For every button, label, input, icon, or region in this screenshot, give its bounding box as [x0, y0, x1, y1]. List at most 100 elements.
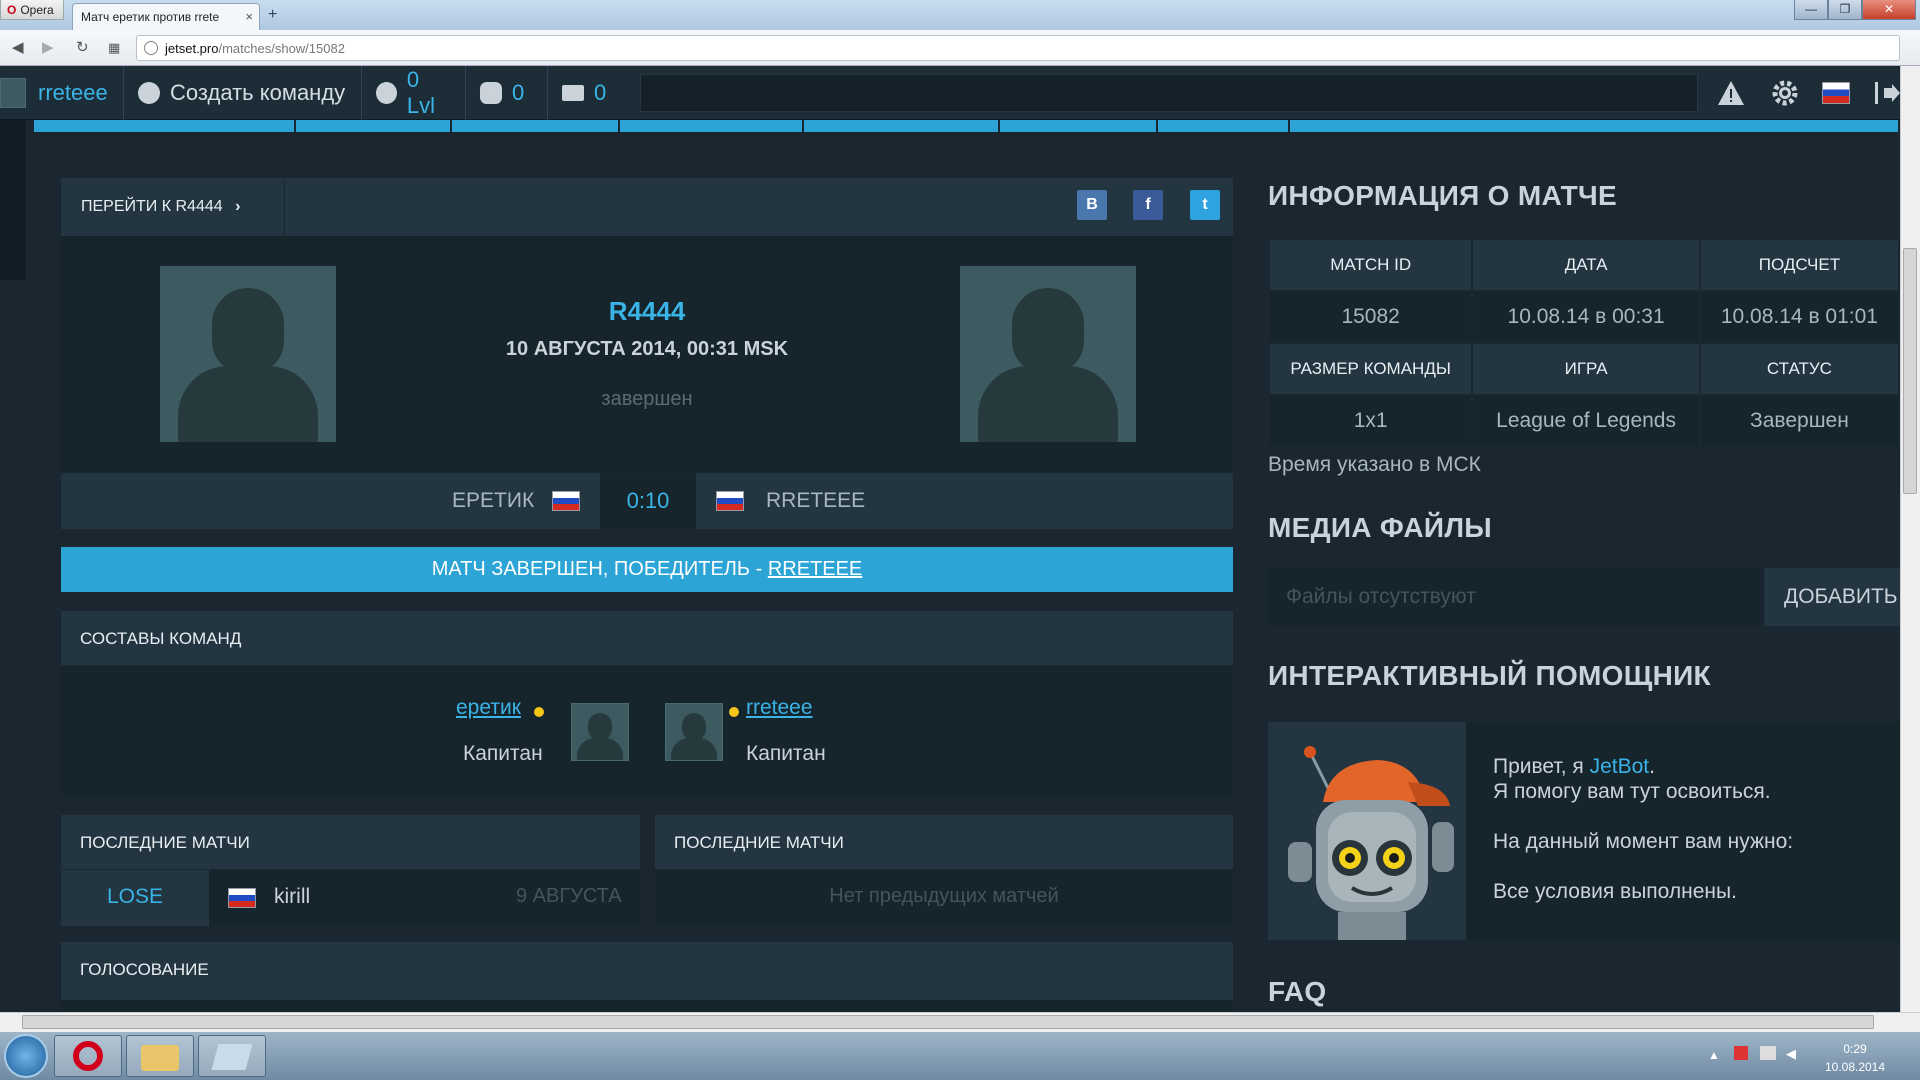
level-indicator[interactable]: 0 Lvl [362, 66, 466, 120]
assistant-line: На данный момент вам нужно: [1493, 830, 1794, 853]
match-date: 10 АВГУСТА 2014, 00:31 MSK [505, 338, 789, 360]
table-cell: 10.08.14 в 00:31 [1471, 290, 1701, 344]
match-result-badge: LOSE [61, 870, 209, 926]
table-header: MATCH ID [1267, 238, 1474, 292]
match-score: 0:10 [600, 473, 696, 529]
taskbar-app[interactable] [198, 1035, 266, 1077]
back-icon[interactable]: ◀ [12, 38, 24, 56]
last-matches-left-header: ПОСЛЕДНИЕ МАТЧИ [61, 815, 640, 869]
voting-header: ГОЛОСОВАНИЕ [61, 942, 1233, 1000]
progress-stripe [34, 120, 1898, 132]
media-files-input[interactable]: Файлы отсутствуют [1268, 568, 1762, 626]
player-right-role: Капитан [746, 742, 826, 765]
table-header: СТАТУС [1698, 342, 1901, 396]
table-cell: 1x1 [1267, 394, 1474, 448]
opera-menu-button[interactable]: O Opera [0, 0, 64, 20]
reload-icon[interactable]: ↻ [76, 38, 89, 56]
language-flag-icon[interactable] [1822, 82, 1850, 104]
table-cell: 10.08.14 в 01:01 [1698, 290, 1901, 344]
table-header: ПОДСЧЕТ [1698, 238, 1901, 292]
table-cell: 15082 [1267, 290, 1474, 344]
logout-icon[interactable] [1872, 78, 1902, 108]
twitter-share-icon[interactable]: t [1190, 190, 1220, 220]
russia-flag-icon [228, 888, 256, 913]
header-search-input[interactable] [640, 74, 1698, 112]
vertical-scrollbar[interactable] [1900, 66, 1920, 1012]
tray-network-icon[interactable] [1760, 1046, 1776, 1060]
speed-dial-icon[interactable]: ▦ [108, 40, 120, 56]
address-bar[interactable]: jetset.pro/matches/show/15082 [136, 35, 1900, 61]
envelope-icon [562, 85, 584, 101]
russia-flag-icon [552, 491, 580, 516]
no-matches-text: Нет предыдущих матчей [829, 885, 1059, 907]
taskbar-explorer[interactable] [126, 1035, 194, 1077]
tray-flag-icon[interactable] [1734, 1046, 1748, 1060]
add-media-button[interactable]: ДОБАВИТЬ [1764, 568, 1900, 626]
start-button[interactable] [4, 1034, 48, 1078]
player-right-link[interactable]: rreteee [746, 696, 813, 720]
team-left-name: ЕРЕТИК [452, 489, 535, 512]
player-right-avatar[interactable] [665, 703, 723, 761]
timezone-note: Время указано в МСК [1268, 453, 1481, 476]
vertical-scroll-thumb[interactable] [1903, 248, 1917, 494]
opponent-name: kirill [274, 885, 311, 908]
match-info-table: MATCH ID ДАТА ПОДСЧЕТ 15082 10.08.14 в 0… [1267, 238, 1901, 448]
new-tab-button[interactable]: + [268, 6, 277, 24]
head-icon [376, 82, 397, 104]
create-team-button[interactable]: Создать команду [124, 66, 362, 120]
close-window-button[interactable]: ✕ [1862, 0, 1916, 20]
maximize-button[interactable]: ❐ [1828, 0, 1862, 20]
player-left-role: Капитан [463, 742, 543, 765]
chevron-right-icon: › [235, 198, 241, 215]
roster-panel [61, 666, 1233, 796]
taskbar-clock[interactable]: 0:29 10.08.2014 [1800, 1040, 1910, 1076]
tray-arrow-icon[interactable]: ▲ [1708, 1048, 1720, 1062]
match-title: R4444 [608, 296, 686, 326]
vk-share-icon[interactable]: В [1077, 190, 1107, 220]
jetbot-robot-icon [1268, 722, 1466, 940]
faq-title: FAQ [1268, 976, 1327, 1007]
table-header: РАЗМЕР КОМАНДЫ [1267, 342, 1474, 396]
horizontal-scroll-thumb[interactable] [22, 1015, 1874, 1029]
goto-opponent-link[interactable]: ПЕРЕЙТИ К R4444 › [61, 178, 285, 236]
player-left-link[interactable]: еретик [456, 696, 521, 720]
forward-icon[interactable]: ▶ [42, 38, 54, 56]
team-right-name: RRETEEE [766, 489, 866, 512]
table-cell: League of Legends [1471, 394, 1701, 448]
username-link[interactable]: rreteee [24, 66, 124, 120]
users-icon [138, 82, 160, 104]
browser-titlebar [0, 0, 1920, 30]
jetbot-link[interactable]: JetBot [1590, 755, 1650, 778]
russia-flag-icon [716, 491, 744, 516]
browser-tab[interactable]: Матч еретик против rrete × [72, 3, 260, 30]
last-matches-right-header: ПОСЛЕДНИЕ МАТЧИ [655, 815, 1233, 869]
match-date-small: 9 АВГУСТА [516, 885, 622, 907]
assistant-line: Все условия выполнены. [1493, 880, 1737, 903]
match-status: завершен [601, 388, 693, 410]
messages-indicator[interactable]: 0 [548, 66, 634, 120]
assistant-title: ИНТЕРАКТИВНЫЙ ПОМОЩНИК [1268, 660, 1711, 691]
money-bag-icon [480, 82, 502, 104]
winner-banner: МАТЧ ЗАВЕРШЕН, ПОБЕДИТЕЛЬ - RRETEEE [61, 547, 1233, 592]
gear-icon[interactable] [1770, 78, 1800, 108]
money-indicator[interactable]: 0 [466, 66, 548, 120]
minimize-button[interactable]: — [1794, 0, 1828, 20]
winner-link[interactable]: RRETEEE [768, 558, 862, 580]
match-info-title: ИНФОРМАЦИЯ О МАТЧЕ [1268, 180, 1617, 211]
media-title: МЕДИА ФАЙЛЫ [1268, 512, 1492, 543]
tab-close-icon[interactable]: × [245, 9, 253, 24]
tray-volume-icon[interactable]: ◀ [1786, 1046, 1796, 1062]
voting-body [61, 1000, 1233, 1012]
facebook-share-icon[interactable]: f [1133, 190, 1163, 220]
table-cell: Завершен [1698, 394, 1901, 448]
opera-logo-icon: O [7, 3, 17, 17]
windows-taskbar [0, 1032, 1920, 1080]
online-status-icon [729, 707, 739, 717]
taskbar-opera[interactable] [54, 1035, 122, 1077]
user-avatar[interactable] [0, 78, 26, 108]
site-info-icon[interactable] [144, 41, 158, 55]
assistant-greeting: Привет, я JetBot. [1493, 755, 1655, 778]
table-header: ИГРА [1471, 342, 1701, 396]
player-left-avatar[interactable] [571, 703, 629, 761]
warning-icon[interactable] [1716, 78, 1746, 108]
